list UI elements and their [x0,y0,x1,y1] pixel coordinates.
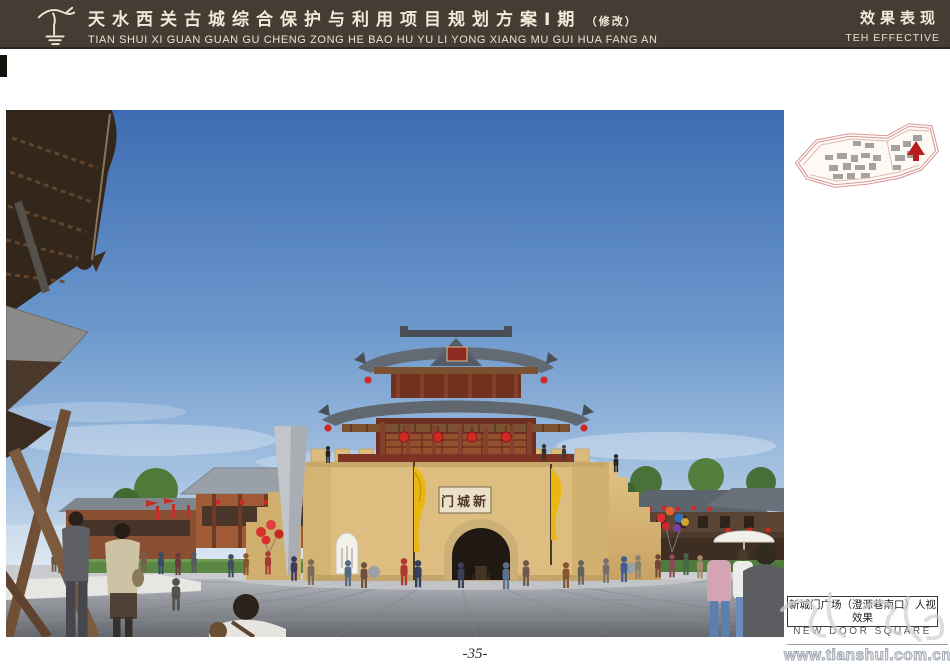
section-label-chinese: 效果表现 [845,7,940,28]
site-plan-map [789,111,945,206]
caption-english: NEW DOOR SQUARE [788,625,937,638]
gable-plaque [447,347,467,361]
section-label: 效果表现 TEH EFFECTIVE [845,7,940,44]
header-bar: 天水西关古城综合保护与利用项目规划方案Ⅰ期 （修改） TIAN SHUI XI … [0,0,950,49]
image-caption: 新城门广场（澄源巷南口）人视效果 NEW DOOR SQUARE [787,596,938,627]
stone-sphere [368,566,380,578]
title-pinyin: TIAN SHUI XI GUAN GUAN GU CHENG ZONG HE … [88,34,658,46]
gate-logo-icon [34,3,78,45]
margin-registration-mark [0,55,7,77]
gate-plaque-text: 门城新 [441,494,489,509]
roof-ridge [404,330,508,337]
document-title: 天水西关古城综合保护与利用项目规划方案Ⅰ期 （修改） TIAN SHUI XI … [88,5,658,46]
footer-divider [787,644,948,645]
gate-square-scene: 门城新 [6,110,784,637]
watermark-url: www.tianshui.com.cn [784,647,950,665]
section-label-english: TEH EFFECTIVE [845,32,940,44]
title-revision-note: （修改） [586,16,638,28]
title-chinese: 天水西关古城综合保护与利用项目规划方案Ⅰ期 [88,10,581,29]
main-rendering: 门城新 [6,110,784,637]
page: 天水西关古城综合保护与利用项目规划方案Ⅰ期 （修改） TIAN SHUI XI … [0,0,950,671]
caption-chinese: 新城门广场（澄源巷南口）人视效果 [788,599,937,625]
